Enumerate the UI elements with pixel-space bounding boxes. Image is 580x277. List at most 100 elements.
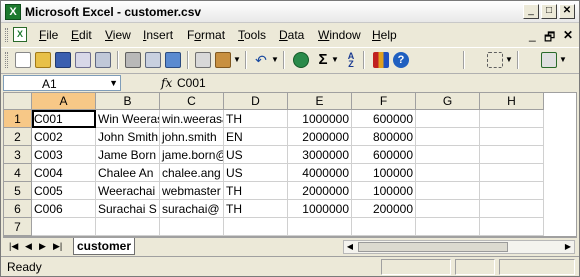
permission-icon[interactable] bbox=[75, 52, 91, 68]
scroll-right-icon[interactable]: ▶ bbox=[562, 241, 574, 253]
cell-g3[interactable] bbox=[416, 146, 480, 164]
sort-ascending-icon[interactable]: AZ bbox=[343, 52, 359, 69]
cell-b4[interactable]: Chalee An bbox=[96, 164, 160, 182]
column-header-b[interactable]: B bbox=[96, 93, 160, 110]
cell-g7[interactable] bbox=[416, 218, 480, 236]
row-header-5[interactable]: 5 bbox=[4, 182, 32, 200]
cell-a6[interactable]: C006 bbox=[32, 200, 96, 218]
cell-e6[interactable]: 1000000 bbox=[288, 200, 352, 218]
cell-a4[interactable]: C004 bbox=[32, 164, 96, 182]
row-header-4[interactable]: 4 bbox=[4, 164, 32, 182]
cell-b5[interactable]: Weerachai bbox=[96, 182, 160, 200]
cell-d3[interactable]: US bbox=[224, 146, 288, 164]
scroll-left-icon[interactable]: ◀ bbox=[344, 241, 356, 253]
borders-icon[interactable] bbox=[487, 52, 503, 68]
new-icon[interactable] bbox=[15, 52, 31, 68]
doc-restore-icon[interactable]: 🗗 bbox=[544, 28, 555, 49]
scroll-thumb[interactable] bbox=[358, 242, 508, 252]
cell-c7[interactable] bbox=[160, 218, 224, 236]
cell-g6[interactable] bbox=[416, 200, 480, 218]
cell-b2[interactable]: John Smith bbox=[96, 128, 160, 146]
row-header-1[interactable]: 1 bbox=[4, 110, 32, 128]
menu-grip[interactable] bbox=[5, 28, 8, 42]
menu-data[interactable]: Data bbox=[279, 28, 304, 42]
minimize-button[interactable]: _ bbox=[523, 4, 539, 19]
autosum-dropdown-icon[interactable]: ▼ bbox=[331, 52, 339, 68]
row-header-7[interactable]: 7 bbox=[4, 218, 32, 236]
cell-a3[interactable]: C003 bbox=[32, 146, 96, 164]
chart-wizard-icon[interactable] bbox=[373, 52, 389, 68]
close-button[interactable]: ✕ bbox=[559, 4, 575, 19]
column-header-e[interactable]: E bbox=[288, 93, 352, 110]
name-box-dropdown-icon[interactable]: ▼ bbox=[109, 78, 118, 88]
menu-insert[interactable]: Insert bbox=[143, 28, 173, 42]
cell-f5[interactable]: 100000 bbox=[352, 182, 416, 200]
column-header-f[interactable]: F bbox=[352, 93, 416, 110]
cell-d2[interactable]: EN bbox=[224, 128, 288, 146]
print-preview-icon[interactable] bbox=[145, 52, 161, 68]
prev-sheet-icon[interactable]: ◀ bbox=[25, 241, 32, 252]
cell-h1[interactable] bbox=[480, 110, 544, 128]
cell-c3[interactable]: jame.born@ bbox=[160, 146, 224, 164]
last-sheet-icon[interactable]: ▶| bbox=[53, 241, 62, 252]
doc-minimize-icon[interactable]: _ bbox=[529, 28, 536, 42]
cell-c2[interactable]: john.smith bbox=[160, 128, 224, 146]
cell-e3[interactable]: 3000000 bbox=[288, 146, 352, 164]
cell-f1[interactable]: 600000 bbox=[352, 110, 416, 128]
cell-h3[interactable] bbox=[480, 146, 544, 164]
save-icon[interactable] bbox=[55, 52, 71, 68]
column-header-c[interactable]: C bbox=[160, 93, 224, 110]
cell-a2[interactable]: C002 bbox=[32, 128, 96, 146]
cell-a5[interactable]: C005 bbox=[32, 182, 96, 200]
undo-dropdown-icon[interactable]: ▼ bbox=[271, 52, 279, 68]
cell-a1[interactable]: C001 bbox=[32, 110, 96, 128]
cell-c1[interactable]: win.weerasak bbox=[160, 110, 224, 128]
workbook-icon[interactable]: X bbox=[13, 27, 27, 42]
cell-c6[interactable]: surachai@ bbox=[160, 200, 224, 218]
cell-g2[interactable] bbox=[416, 128, 480, 146]
row-header-2[interactable]: 2 bbox=[4, 128, 32, 146]
name-box[interactable]: A1 ▼ bbox=[3, 75, 121, 91]
toolbar-grip[interactable] bbox=[5, 52, 8, 68]
row-header-6[interactable]: 6 bbox=[4, 200, 32, 218]
cell-g1[interactable] bbox=[416, 110, 480, 128]
formula-input[interactable]: C001 bbox=[177, 76, 206, 90]
print-icon[interactable] bbox=[125, 52, 141, 68]
cell-e7[interactable] bbox=[288, 218, 352, 236]
cell-d1[interactable]: TH bbox=[224, 110, 288, 128]
menu-format[interactable]: Format bbox=[187, 28, 225, 42]
cell-d4[interactable]: US bbox=[224, 164, 288, 182]
cell-e2[interactable]: 2000000 bbox=[288, 128, 352, 146]
column-header-a[interactable]: A bbox=[32, 93, 96, 110]
autosum-icon[interactable]: Σ bbox=[315, 52, 331, 68]
horizontal-scrollbar[interactable]: ◀ ▶ bbox=[343, 240, 575, 254]
column-header-d[interactable]: D bbox=[224, 93, 288, 110]
cell-d7[interactable] bbox=[224, 218, 288, 236]
cell-e4[interactable]: 4000000 bbox=[288, 164, 352, 182]
column-header-g[interactable]: G bbox=[416, 93, 480, 110]
cell-h4[interactable] bbox=[480, 164, 544, 182]
help-icon[interactable]: ? bbox=[393, 52, 409, 68]
open-icon[interactable] bbox=[35, 52, 51, 68]
hyperlink-icon[interactable] bbox=[293, 52, 309, 68]
cell-b7[interactable] bbox=[96, 218, 160, 236]
worksheet-grid[interactable]: ABCDEFGH1C001Win Weerasakwin.weerasakTH1… bbox=[3, 92, 577, 237]
cell-h7[interactable] bbox=[480, 218, 544, 236]
email-icon[interactable] bbox=[95, 52, 111, 68]
row-header-3[interactable]: 3 bbox=[4, 146, 32, 164]
cell-c4[interactable]: chalee.ang bbox=[160, 164, 224, 182]
cell-b1[interactable]: Win Weerasak bbox=[96, 110, 160, 128]
cell-e5[interactable]: 2000000 bbox=[288, 182, 352, 200]
insert-function-icon[interactable]: fx bbox=[161, 76, 172, 90]
cell-f3[interactable]: 600000 bbox=[352, 146, 416, 164]
cell-b6[interactable]: Surachai S bbox=[96, 200, 160, 218]
doc-close-icon[interactable]: ✕ bbox=[563, 28, 573, 42]
cell-d5[interactable]: TH bbox=[224, 182, 288, 200]
column-header-h[interactable]: H bbox=[480, 93, 544, 110]
maximize-button[interactable]: □ bbox=[541, 4, 557, 19]
cell-e1[interactable]: 1000000 bbox=[288, 110, 352, 128]
cell-g5[interactable] bbox=[416, 182, 480, 200]
menu-view[interactable]: View bbox=[105, 28, 131, 42]
paste-dropdown-icon[interactable]: ▼ bbox=[233, 52, 241, 68]
select-all-corner[interactable] bbox=[4, 93, 32, 110]
